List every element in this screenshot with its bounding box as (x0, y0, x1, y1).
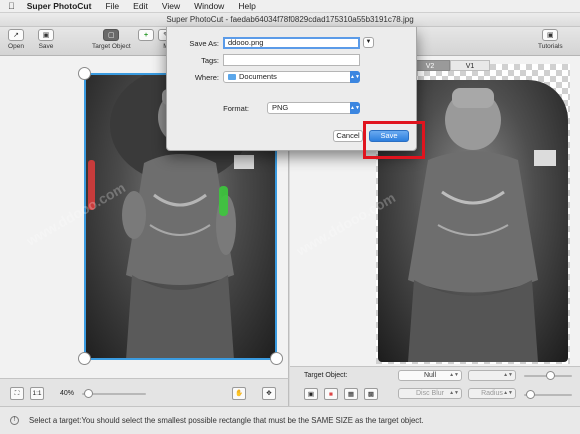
target-object-label: Target Object (92, 43, 131, 50)
tutorials-button[interactable]: ▣ Tutorials (538, 29, 563, 50)
plus-icon: + (138, 29, 154, 41)
format-label: Format: (223, 104, 249, 113)
background-color-button[interactable]: ■ (324, 388, 338, 400)
tags-input[interactable] (223, 54, 360, 66)
format-value: PNG (272, 103, 289, 112)
checker-icon: ▣ (307, 391, 315, 398)
updown-arrows-icon: ▲▼ (449, 390, 459, 396)
blur-type-select[interactable]: Disc Blur ▲▼ (398, 388, 462, 399)
version-tabs: V2 V1 (410, 60, 490, 71)
actual-size-button[interactable]: 1:1 (30, 387, 44, 400)
expand-dialog-button[interactable]: ▼ (363, 37, 374, 48)
updown-arrows-icon: ▲▼ (449, 372, 459, 378)
zoom-slider-knob[interactable] (84, 389, 93, 398)
cancel-button[interactable]: Cancel (333, 130, 363, 142)
hand-icon: ✋ (234, 390, 244, 397)
tutorials-label: Tutorials (538, 43, 563, 50)
background-image-button[interactable]: ▦ (344, 388, 358, 400)
color-palette-icon: ■ (329, 391, 333, 398)
lightbulb-icon: ! (10, 416, 19, 425)
updown-arrows-icon: ▲▼ (350, 102, 360, 114)
secondary-select[interactable]: ▲▼ (468, 370, 516, 381)
edge-slider-knob[interactable] (546, 371, 555, 380)
move-tool-button[interactable]: ✥ (262, 387, 276, 400)
save-button-highlight (363, 121, 425, 159)
radius-value: Radius (481, 390, 503, 397)
status-bar: ! Select a target:You should select the … (0, 406, 580, 434)
tab-v1[interactable]: V1 (450, 60, 490, 71)
save-as-input[interactable]: ddooo.png (223, 37, 360, 49)
save-as-label: Save As: (189, 39, 219, 48)
menu-help[interactable]: Help (238, 1, 255, 11)
move-icon: ✥ (266, 390, 272, 397)
radius-slider-knob[interactable] (526, 390, 535, 399)
resize-handle-bottom-left[interactable] (78, 352, 91, 365)
hand-tool-button[interactable]: ✋ (232, 387, 246, 400)
where-value: Documents (239, 72, 277, 81)
window-title: Super PhotoCut - faedab64034f78f0829cdad… (0, 13, 580, 27)
blur-type-value: Disc Blur (415, 390, 444, 397)
fit-icon: ⛶ (14, 390, 20, 397)
menu-edit[interactable]: Edit (133, 1, 148, 11)
open-icon: ↗ (8, 29, 24, 41)
menu-bar:  Super PhotoCut File Edit View Window H… (0, 0, 580, 13)
updown-arrows-icon: ▲▼ (350, 71, 360, 83)
save-icon: ▣ (38, 29, 54, 41)
save-label: Save (38, 43, 54, 50)
image-icon: ▦ (347, 391, 355, 398)
menu-view[interactable]: View (162, 1, 180, 11)
menu-app-name[interactable]: Super PhotoCut (27, 1, 92, 11)
target-object-button[interactable]: ▢ Target Object (92, 29, 131, 50)
background-transparent-button[interactable]: ▣ (304, 388, 318, 400)
zoom-level: 40% (60, 390, 75, 397)
menu-window[interactable]: Window (194, 1, 224, 11)
where-label: Where: (194, 73, 219, 82)
blur-icon: ▩ (367, 391, 375, 398)
format-select[interactable]: PNG ▲▼ (267, 102, 360, 114)
left-bottom-bar: ⛶ 1:1 40% ✋ ✥ (0, 378, 289, 406)
open-button[interactable]: ↗ Open (8, 29, 24, 50)
target-object-select[interactable]: Null ▲▼ (398, 370, 462, 381)
apple-icon[interactable]:  (8, 1, 15, 11)
resize-handle-top-left[interactable] (78, 67, 91, 80)
tutorials-icon: ▣ (542, 29, 559, 41)
target-object-label: Target Object: (304, 372, 348, 379)
target-object-select-value: Null (423, 372, 437, 379)
status-text: Select a target:You should select the sm… (29, 416, 424, 425)
open-label: Open (8, 43, 24, 50)
background-blur-button[interactable]: ▩ (364, 388, 378, 400)
resize-handle-bottom-right[interactable] (270, 352, 283, 365)
radius-select[interactable]: Radius ▲▼ (468, 388, 516, 399)
updown-arrows-icon: ▲▼ (503, 390, 513, 396)
folder-icon (228, 74, 236, 81)
where-select[interactable]: Documents ▲▼ (223, 71, 360, 83)
updown-arrows-icon: ▲▼ (503, 372, 513, 378)
menu-file[interactable]: File (105, 1, 119, 11)
tags-label: Tags: (201, 56, 219, 65)
chevron-down-icon: ▼ (365, 39, 372, 45)
target-object-icon: ▢ (103, 29, 120, 41)
right-bottom-controls: Target Object: Null ▲▼ ▲▼ ▣ ■ ▦ ▩ Disc B… (290, 366, 580, 406)
fit-to-window-button[interactable]: ⛶ (10, 387, 24, 400)
keep-brush-button[interactable]: + (138, 29, 154, 43)
save-button[interactable]: ▣ Save (38, 29, 54, 50)
